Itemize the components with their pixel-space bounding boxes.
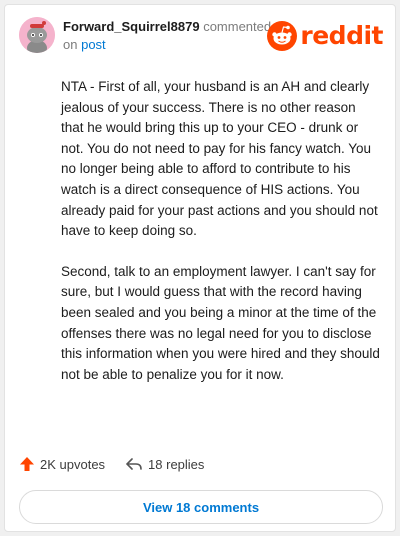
upvote-arrow-icon [20,457,34,471]
view-comments-button[interactable]: View 18 comments [19,490,383,524]
reply-count: 18 replies [148,456,205,472]
on-label: on [63,37,78,52]
reddit-wordmark: reddit [300,21,383,50]
comment-meta: Forward_Squirrel8879 commented on post [63,18,278,54]
upvote-count: 2K upvotes [40,456,106,472]
reddit-logo[interactable]: reddit [267,21,383,51]
comment-card: Forward_Squirrel8879 commented on post r… [4,4,396,532]
reddit-logo-icon [267,21,298,51]
avatar-icon [19,17,55,53]
commented-label: commented [203,19,272,34]
upvote-button[interactable]: 2K upvotes [19,456,105,472]
replies-button[interactable]: 18 replies [125,456,204,472]
comment-paragraph: NTA - First of all, your husband is an A… [61,79,378,239]
reply-arrow-icon [126,458,142,470]
comment-paragraph: Second, talk to an employment lawyer. I … [61,263,380,382]
post-link[interactable]: post [81,37,106,52]
comment-actions: 2K upvotes 18 replies [19,456,224,472]
username[interactable]: Forward_Squirrel8879 [63,19,200,34]
comment-body: NTA - First of all, your husband is an A… [61,77,381,405]
avatar[interactable] [19,17,55,53]
